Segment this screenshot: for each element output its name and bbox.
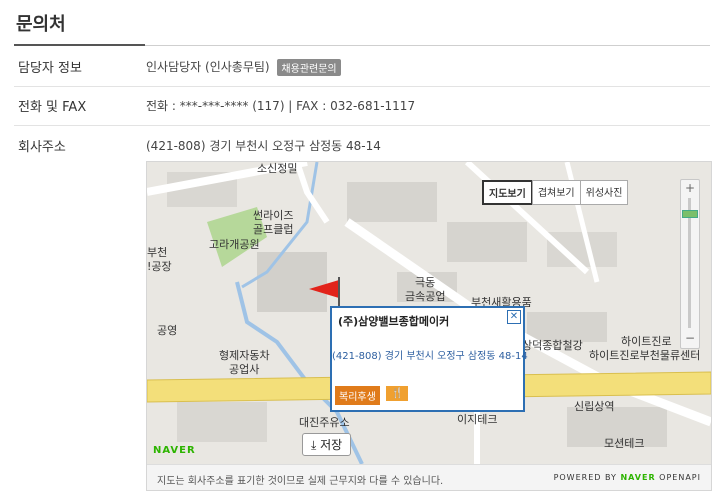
- map-label: 이지테크: [457, 413, 498, 426]
- map-label: 금속공업: [405, 290, 446, 303]
- divider: [14, 86, 710, 87]
- save-button[interactable]: ⤓ 저장: [302, 433, 352, 456]
- powered-prefix: POWERED BY: [553, 473, 617, 482]
- map-label: 고라개공원: [209, 238, 260, 251]
- phone-value: 전화 : ***-***-**** (117) | FAX : 032-681-…: [146, 99, 416, 113]
- powered-naver: NAVER: [620, 473, 656, 482]
- address-value: (421-808) 경기 부천시 오정구 삼정동 48-14: [146, 139, 381, 153]
- company-map[interactable]: 소신정밀 썬라이즈 골프클럽 고라개공원 부천 !공장 극동 금속공업 부천새활…: [146, 161, 712, 491]
- section-title: 문의처: [16, 14, 66, 35]
- welfare-badge[interactable]: 복리후생: [335, 386, 380, 405]
- map-type-controls: 지도보기 겹쳐보기 위성사진: [482, 180, 629, 205]
- map-label: 공영: [157, 324, 178, 337]
- zoom-in-button[interactable]: +: [682, 181, 698, 195]
- map-label: 하이트진로부천물류센터: [589, 349, 701, 362]
- map-label: 상덕종합철강: [522, 339, 583, 352]
- map-label: 대진주유소: [299, 416, 350, 429]
- restaurant-icon[interactable]: 🍴: [386, 386, 409, 401]
- popup-address: (421-808) 경기 부천시 오정구 삼정동 48-14: [332, 351, 528, 362]
- contact-label: 담당자 정보: [18, 61, 82, 76]
- contact-badge: 채용관련문의: [277, 59, 341, 76]
- title-rule: [145, 45, 710, 46]
- title-underline: [14, 44, 145, 46]
- map-label: 골프클럽: [253, 223, 294, 236]
- naver-logo: NAVER: [153, 445, 196, 456]
- powered-by: POWERED BY NAVER OPENAPI: [554, 473, 701, 482]
- zoom-handle[interactable]: [682, 210, 698, 218]
- location-popup: (주)삼양밸브종합메이커 ✕ (421-808) 경기 부천시 오정구 삼정동 …: [330, 306, 528, 412]
- map-disclaimer: 지도는 회사주소를 표기한 것이므로 실제 근무지와 다를 수 있습니다.: [157, 476, 444, 487]
- zoom-control[interactable]: + −: [680, 179, 700, 349]
- contact-text: 인사담당자 (인사총무팀): [146, 60, 270, 74]
- map-view-button[interactable]: 지도보기: [482, 180, 533, 205]
- phone-label: 전화 및 FAX: [18, 100, 87, 115]
- powered-suffix: OPENAPI: [659, 473, 701, 482]
- satellite-view-button[interactable]: 위성사진: [579, 180, 629, 205]
- map-label: 신립상역: [574, 400, 615, 413]
- map-label: 공업사: [229, 363, 260, 376]
- popup-title: (주)삼양밸브종합메이커: [338, 315, 450, 328]
- map-footer: 지도는 회사주소를 표기한 것이므로 실제 근무지와 다를 수 있습니다. PO…: [147, 464, 711, 490]
- zoom-out-button[interactable]: −: [682, 331, 698, 345]
- divider: [14, 125, 710, 126]
- contact-value: 인사담당자 (인사총무팀) 채용관련문의: [146, 58, 341, 76]
- close-icon[interactable]: ✕: [507, 310, 521, 324]
- map-label: !공장: [147, 260, 172, 273]
- map-label: 소신정밀: [257, 162, 298, 175]
- overlay-view-button[interactable]: 겹쳐보기: [531, 180, 581, 205]
- address-label: 회사주소: [18, 140, 66, 155]
- map-label: 모션테크: [604, 437, 645, 450]
